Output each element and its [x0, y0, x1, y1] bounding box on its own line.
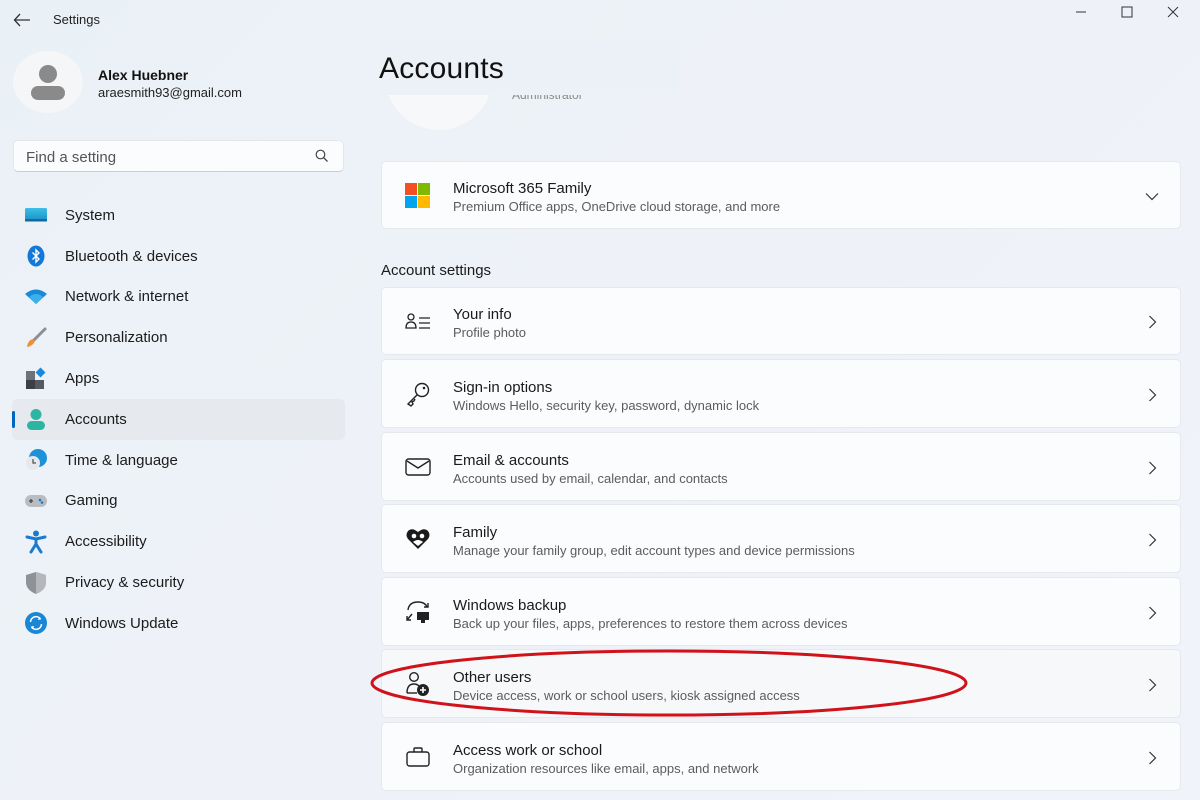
key-icon	[404, 380, 432, 408]
close-icon	[1167, 6, 1179, 18]
accounts-icon	[24, 407, 48, 431]
card-title: Access work or school	[453, 742, 603, 759]
card-subtitle: Accounts used by email, calendar, and co…	[453, 471, 728, 486]
family-heart-icon	[404, 525, 432, 553]
section-heading: Account settings	[381, 262, 492, 279]
update-icon	[24, 611, 48, 635]
user-avatar-icon	[31, 65, 65, 100]
card-subtitle: Back up your files, apps, preferences to…	[453, 616, 848, 631]
back-arrow-icon	[13, 13, 30, 27]
sidebar-item-windows-update[interactable]: Windows Update	[12, 603, 345, 644]
gamepad-icon	[24, 489, 48, 513]
microsoft365-card[interactable]: Microsoft 365 Family Premium Office apps…	[381, 161, 1181, 229]
settings-item-your-info[interactable]: Your info Profile photo	[381, 287, 1181, 355]
sidebar-item-label: Apps	[65, 370, 100, 388]
accessibility-icon	[24, 530, 48, 554]
chevron-down-icon[interactable]	[1144, 188, 1160, 204]
account-role: Administrator	[512, 95, 583, 102]
wifi-icon	[24, 285, 48, 309]
chevron-right-icon	[1144, 677, 1160, 693]
sidebar-item-time-language[interactable]: Time & language	[12, 440, 345, 481]
card-subtitle: Organization resources like email, apps,…	[453, 761, 759, 776]
close-button[interactable]	[1150, 2, 1196, 22]
settings-item-email-accounts[interactable]: Email & accounts Accounts used by email,…	[381, 432, 1181, 501]
sidebar-item-apps[interactable]: Apps	[12, 358, 345, 399]
settings-item-family[interactable]: Family Manage your family group, edit ac…	[381, 504, 1181, 573]
sidebar-item-label: Network & internet	[65, 288, 189, 306]
shield-icon	[24, 571, 48, 595]
chevron-right-icon	[1144, 605, 1160, 621]
sidebar-item-label: Gaming	[65, 492, 118, 510]
user-profile[interactable]: Alex Huebner araesmith93@gmail.com	[12, 50, 352, 116]
page-title: Accounts	[379, 52, 504, 85]
chevron-right-icon	[1144, 387, 1160, 403]
bluetooth-icon	[24, 244, 48, 268]
card-subtitle: Premium Office apps, OneDrive cloud stor…	[453, 199, 781, 214]
sidebar-item-label: Accounts	[65, 410, 127, 428]
backup-icon	[404, 598, 432, 626]
chevron-right-icon	[1144, 460, 1160, 476]
card-title: Other users	[453, 669, 532, 686]
sidebar-item-label: Privacy & security	[65, 574, 185, 592]
time-language-icon	[24, 448, 48, 472]
apps-icon	[24, 367, 48, 391]
sidebar-item-accounts[interactable]: Accounts	[12, 398, 345, 440]
sidebar-item-personalization[interactable]: Personalization	[12, 317, 345, 358]
add-user-icon	[404, 670, 432, 698]
settings-item-sign-in-options[interactable]: Sign-in options Windows Hello, security …	[381, 359, 1181, 428]
sidebar-item-system[interactable]: System	[12, 195, 345, 236]
microsoft-logo-icon	[404, 182, 432, 210]
search-box[interactable]	[13, 140, 344, 172]
card-title: Sign-in options	[453, 379, 553, 396]
card-title: Microsoft 365 Family	[453, 180, 592, 197]
sidebar-item-label: Time & language	[65, 451, 178, 469]
sidebar-item-network[interactable]: Network & internet	[12, 277, 345, 318]
maximize-button[interactable]	[1104, 2, 1150, 22]
card-subtitle: Profile photo	[453, 325, 526, 340]
maximize-icon	[1121, 6, 1133, 18]
minimize-button[interactable]	[1058, 2, 1104, 22]
sidebar-item-label: System	[65, 206, 116, 224]
person-info-icon	[404, 308, 432, 336]
chevron-right-icon	[1144, 750, 1160, 766]
card-title: Windows backup	[453, 597, 567, 614]
card-subtitle: Device access, work or school users, kio…	[453, 688, 800, 703]
profile-name: Alex Huebner	[98, 67, 189, 83]
chevron-right-icon	[1144, 532, 1160, 548]
sidebar-item-label: Accessibility	[65, 533, 147, 551]
sidebar-item-bluetooth[interactable]: Bluetooth & devices	[12, 236, 345, 277]
card-title: Email & accounts	[453, 452, 569, 469]
sidebar-item-label: Bluetooth & devices	[65, 247, 198, 265]
title-bar: Settings	[0, 0, 1200, 40]
back-button[interactable]	[10, 8, 34, 32]
system-icon	[24, 203, 48, 227]
briefcase-icon	[404, 743, 432, 771]
brush-icon	[24, 326, 48, 350]
search-input[interactable]	[26, 147, 306, 167]
search-icon[interactable]	[315, 149, 329, 168]
settings-item-other-users[interactable]: Other users Device access, work or schoo…	[381, 649, 1181, 718]
sidebar-item-accessibility[interactable]: Accessibility	[12, 521, 345, 562]
profile-email: araesmith93@gmail.com	[98, 85, 242, 100]
settings-item-windows-backup[interactable]: Windows backup Back up your files, apps,…	[381, 577, 1181, 646]
sidebar-item-privacy-security[interactable]: Privacy & security	[12, 562, 345, 603]
avatar	[13, 51, 83, 113]
card-title: Family	[453, 524, 498, 541]
settings-item-access-work-school[interactable]: Access work or school Organization resou…	[381, 722, 1181, 791]
sidebar-nav: System Bluetooth & devices Network & int…	[12, 195, 345, 644]
sidebar-item-label: Personalization	[65, 329, 168, 347]
card-title: Your info	[453, 306, 512, 323]
mail-icon	[404, 453, 432, 481]
app-title: Settings	[53, 12, 100, 27]
card-subtitle: Manage your family group, edit account t…	[453, 543, 855, 558]
sidebar-item-gaming[interactable]: Gaming	[12, 481, 345, 522]
sidebar-item-label: Windows Update	[65, 614, 179, 632]
chevron-right-icon	[1144, 314, 1160, 330]
minimize-icon	[1076, 11, 1086, 13]
card-subtitle: Windows Hello, security key, password, d…	[453, 398, 760, 413]
